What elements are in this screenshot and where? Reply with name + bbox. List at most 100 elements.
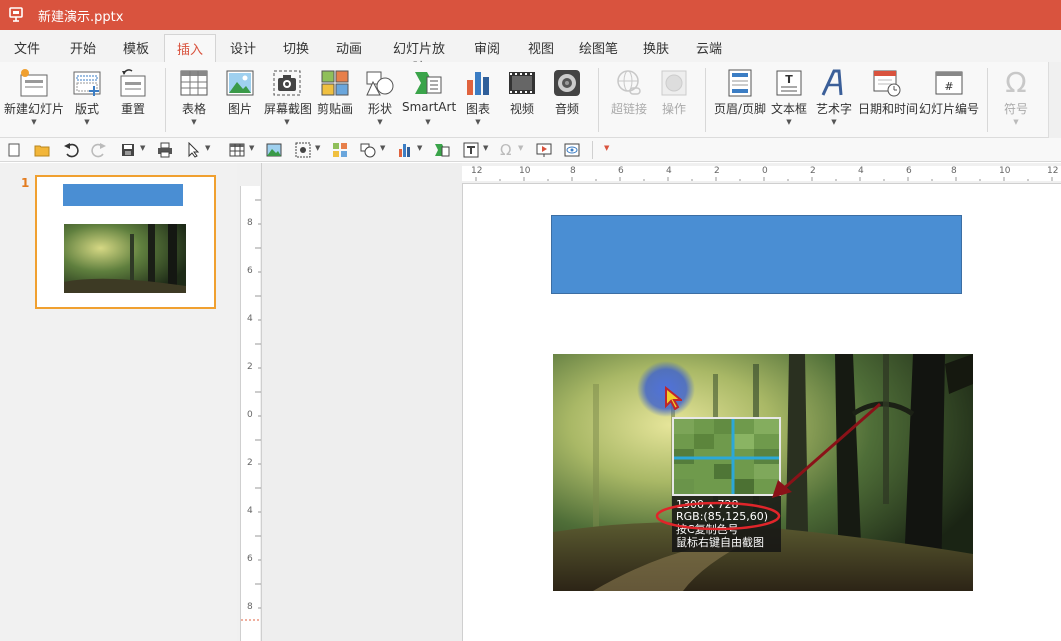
slide-number-button[interactable]: # 幻灯片编号 (918, 66, 980, 116)
customize-toolbar-icon[interactable]: ▼ (604, 144, 609, 152)
action-icon (661, 70, 687, 96)
tab-home[interactable]: 开始 (70, 38, 96, 57)
tab-file[interactable]: 文件 (14, 38, 40, 57)
audio-button[interactable]: 音频 (549, 66, 585, 116)
tab-skin[interactable]: 换肤 (643, 38, 669, 57)
wordart-button[interactable]: 艺术字 ▼ (815, 66, 853, 136)
clipart-button[interactable]: 剪贴画 (316, 66, 354, 116)
chevron-down-icon[interactable]: ▼ (315, 144, 320, 152)
chevron-down-icon[interactable]: ▼ (380, 144, 385, 152)
select-arrow-icon[interactable] (186, 142, 202, 158)
slide-thumbnail[interactable] (35, 175, 216, 309)
audio-label: 音频 (554, 102, 579, 116)
header-footer-button[interactable]: 页眉/页脚 (712, 66, 768, 116)
app-logo-icon (9, 7, 23, 22)
action-label: 操作 (661, 102, 686, 116)
chevron-down-icon: ▼ (377, 118, 383, 126)
shapes-label: 形状 (367, 102, 392, 116)
textbox-button[interactable]: T 文本框 ▼ (770, 66, 808, 136)
chevron-down-icon: ▼ (84, 118, 90, 126)
clipart-small-icon[interactable] (332, 142, 348, 158)
reset-icon (120, 69, 146, 97)
tab-view[interactable]: 视图 (528, 38, 554, 57)
hruler-tick-label: 8 (951, 166, 957, 176)
hruler-tick-label: 8 (570, 166, 576, 176)
hyperlink-label: 超链接 (610, 102, 647, 116)
table-small-icon[interactable] (229, 142, 245, 158)
ribbon: 新建幻灯片 ▼ 版式 ▼ 重置 表格 ▼ 图片 屏幕截图 ▼ 剪贴画 形状 ▼ … (0, 62, 1061, 138)
hruler-tick-label: 12 (471, 166, 483, 176)
vruler-tick-label: 4 (247, 314, 253, 324)
hruler-tick-label: 10 (999, 166, 1011, 176)
hruler-tick-label: 0 (762, 166, 768, 176)
chevron-down-icon[interactable]: ▼ (417, 144, 422, 152)
chevron-down-icon: ▼ (475, 118, 481, 126)
chevron-down-icon: ▼ (425, 118, 431, 126)
tab-animation[interactable]: 动画 (336, 38, 362, 57)
table-icon (180, 70, 208, 96)
tab-template[interactable]: 模板 (123, 38, 149, 57)
new-slide-label: 新建幻灯片 (3, 102, 64, 116)
ribbon-separator (598, 68, 599, 132)
layout-button[interactable]: 版式 ▼ (68, 66, 106, 136)
speaker-icon (554, 70, 580, 96)
chevron-down-icon[interactable]: ▼ (483, 144, 488, 152)
symbol-button[interactable]: Ω 符号 ▼ (996, 66, 1036, 136)
table-button[interactable]: 表格 ▼ (176, 66, 212, 136)
tab-design[interactable]: 设计 (230, 38, 256, 57)
save-icon[interactable] (120, 142, 136, 158)
chevron-down-icon[interactable]: ▼ (518, 144, 523, 152)
camera-icon (273, 70, 301, 96)
screenshot-button[interactable]: 屏幕截图 ▼ (264, 66, 313, 136)
picture-button[interactable]: 图片 (222, 66, 258, 116)
tab-cloud[interactable]: 云端 (696, 38, 722, 57)
chart-small-icon[interactable] (397, 142, 413, 158)
new-slide-button[interactable]: 新建幻灯片 ▼ (2, 66, 66, 136)
tab-insert[interactable]: 插入 (164, 34, 216, 63)
new-document-icon[interactable] (6, 142, 22, 158)
screenshot-small-icon[interactable] (295, 142, 311, 158)
blue-rectangle-shape[interactable] (551, 215, 962, 294)
shapes-button[interactable]: 形状 ▼ (362, 66, 398, 136)
hruler-tick-label: 4 (858, 166, 864, 176)
preview-eye-icon[interactable] (564, 142, 580, 158)
chart-button[interactable]: 图表 ▼ (460, 66, 496, 136)
omega-icon: Ω (1005, 66, 1027, 99)
tab-transition[interactable]: 切换 (283, 38, 309, 57)
smartart-button[interactable]: SmartArt ▼ (402, 66, 457, 136)
textbox-small-icon[interactable] (463, 142, 479, 158)
omega-small-icon[interactable]: Ω (500, 142, 516, 158)
hruler-tick-label: 12 (1047, 166, 1059, 176)
tab-drawing-pen[interactable]: 绘图笔 (579, 38, 618, 57)
chevron-down-icon[interactable]: ▼ (249, 144, 254, 152)
hyperlink-button[interactable]: 超链接 (608, 66, 650, 116)
datetime-button[interactable]: 日期和时间 (858, 66, 918, 116)
tab-review[interactable]: 审阅 (474, 38, 500, 57)
redo-icon[interactable] (91, 142, 107, 158)
slideshow-from-start-icon[interactable] (536, 142, 552, 158)
wordart-icon (821, 69, 843, 96)
video-label: 视频 (509, 102, 534, 116)
layout-label: 版式 (74, 102, 99, 116)
chevron-down-icon[interactable]: ▼ (205, 144, 210, 152)
action-button[interactable]: 操作 (656, 66, 692, 116)
slide-number-label: 幻灯片编号 (918, 102, 979, 116)
thumbnail-shape (63, 184, 183, 206)
video-button[interactable]: 视频 (504, 66, 540, 116)
chevron-down-icon: ▼ (31, 118, 37, 126)
reset-button[interactable]: 重置 (114, 66, 152, 116)
title-bar: 新建演示.pptx (0, 0, 1061, 30)
svg-text:T: T (785, 73, 793, 86)
chevron-down-icon[interactable]: ▼ (140, 144, 145, 152)
open-folder-icon[interactable] (34, 142, 50, 158)
screenshot-label: 屏幕截图 (264, 102, 313, 116)
vruler-tick-label: 2 (247, 458, 253, 468)
smartart-small-icon[interactable] (434, 142, 450, 158)
shapes-small-icon[interactable] (360, 142, 376, 158)
vruler-tick-label: 6 (247, 266, 253, 276)
smartart-label: SmartArt (402, 100, 457, 114)
picture-small-icon[interactable] (266, 142, 282, 158)
undo-icon[interactable] (63, 142, 79, 158)
print-icon[interactable] (157, 142, 173, 158)
vruler-tick-label: 0 (247, 410, 253, 420)
